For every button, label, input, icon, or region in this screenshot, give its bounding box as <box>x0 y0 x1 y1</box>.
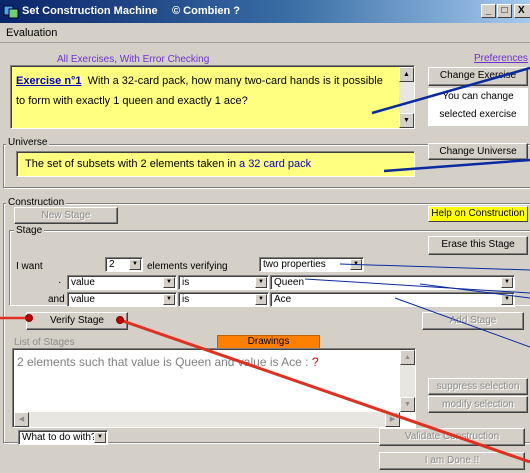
marker-dot-left <box>25 314 33 322</box>
scroll-down-icon[interactable]: ▼ <box>399 113 414 128</box>
menu-evaluation[interactable]: Evaluation <box>6 27 57 39</box>
window-title: Set Construction Machine <box>22 5 158 17</box>
row1-value-select[interactable]: Queen ▼ <box>270 275 515 290</box>
row1-attribute-value: value <box>71 277 95 288</box>
scroll-up-icon[interactable]: ▲ <box>400 350 415 365</box>
count-value: 2 <box>109 259 115 270</box>
row2-attribute-select[interactable]: value ▼ <box>67 292 177 307</box>
done-button[interactable]: I am Done !! <box>379 452 525 470</box>
add-stage-button[interactable]: Add Stage <box>422 312 524 330</box>
row2-operator-value: is <box>182 294 190 305</box>
menu-bar: Evaluation <box>0 23 530 43</box>
universe-text: The set of subsets with 2 elements taken… <box>25 158 311 170</box>
stage-list-item[interactable]: 2 elements such that value is Queen and … <box>17 355 319 369</box>
app-icon <box>3 5 19 19</box>
chevron-down-icon[interactable]: ▼ <box>163 294 175 305</box>
change-exercise-hint: You can change selected exercise <box>428 88 528 126</box>
universe-box: The set of subsets with 2 elements taken… <box>16 151 415 177</box>
chevron-down-icon[interactable]: ▼ <box>255 277 267 288</box>
scroll-right-icon[interactable]: ▶ <box>385 412 400 427</box>
erase-stage-button[interactable]: Erase this Stage <box>428 236 528 255</box>
modify-selection-button[interactable]: modify selection <box>428 396 528 413</box>
what-to-do-value: What to do with? <box>22 432 97 443</box>
validate-construction-button[interactable]: Validate Construction <box>379 428 525 446</box>
list-vertical-scrollbar[interactable]: ▲ ▼ <box>400 350 415 412</box>
row2-operator-select[interactable]: is ▼ <box>178 292 269 307</box>
row1-attribute-select[interactable]: value ▼ <box>67 275 177 290</box>
stages-list[interactable]: 2 elements such that value is Queen and … <box>12 348 416 428</box>
minimize-button[interactable]: _ <box>481 4 496 18</box>
what-to-do-select[interactable]: What to do with? ▼ <box>18 430 108 445</box>
exercise-number: Exercise n°1 <box>16 75 82 87</box>
title-bar: Set Construction Machine © Combien ? _ □… <box>0 0 530 23</box>
exercise-mode-link[interactable]: All Exercises, With Error Checking <box>57 54 209 65</box>
list-horizontal-scrollbar[interactable]: ◀ ▶ <box>14 412 400 427</box>
row2-prefix: and <box>48 294 65 305</box>
chevron-down-icon[interactable]: ▼ <box>163 277 175 288</box>
row1-prefix: · <box>58 277 62 288</box>
chevron-down-icon[interactable]: ▼ <box>129 259 141 270</box>
stage-list-item-text: 2 elements such that value is Queen and … <box>17 355 312 369</box>
properties-value: two properties <box>263 259 326 270</box>
universe-pack-link[interactable]: a 32 card pack <box>239 158 311 170</box>
scroll-left-icon[interactable]: ◀ <box>14 412 29 427</box>
verify-stage-button[interactable]: Verify Stage <box>26 312 128 330</box>
stage-list-item-flag: ? <box>311 355 319 369</box>
window-copyright: © Combien ? <box>172 5 240 17</box>
elements-verifying-label: elements verifying <box>147 261 228 272</box>
exercise-box: Exercise n°1 With a 32-card pack, how man… <box>10 65 415 129</box>
universe-text-prefix: The set of subsets with 2 elements taken… <box>25 158 240 170</box>
chevron-down-icon[interactable]: ▼ <box>350 259 362 270</box>
universe-label: Universe <box>6 137 50 148</box>
help-construction-button[interactable]: Help on Construction <box>428 206 528 222</box>
row1-value-value: Queen <box>274 277 305 288</box>
chevron-down-icon[interactable]: ▼ <box>255 294 267 305</box>
app-window: Set Construction Machine © Combien ? _ □… <box>0 0 530 473</box>
row2-value-value: Ace <box>274 294 292 305</box>
suppress-selection-button[interactable]: suppress selection <box>428 378 528 395</box>
row2-value-select[interactable]: Ace ▼ <box>270 292 515 307</box>
row1-operator-value: is <box>182 277 190 288</box>
chevron-down-icon[interactable]: ▼ <box>94 432 106 443</box>
preferences-link[interactable]: Preferences <box>474 53 528 64</box>
change-universe-button[interactable]: Change Universe <box>428 143 528 160</box>
new-stage-button[interactable]: New Stage <box>14 207 118 224</box>
properties-select[interactable]: two properties ▼ <box>259 257 364 272</box>
chevron-down-icon[interactable]: ▼ <box>501 277 513 288</box>
close-button[interactable]: X <box>514 4 530 18</box>
marker-dot-right <box>116 316 124 324</box>
exercise-text: Exercise n°1 With a 32-card pack, how man… <box>16 71 391 111</box>
exercise-scrollbar[interactable]: ▲ ▼ <box>399 67 414 128</box>
count-select[interactable]: 2 ▼ <box>105 257 143 272</box>
stage-label: Stage <box>14 225 45 236</box>
maximize-button[interactable]: □ <box>497 4 512 18</box>
drawings-button[interactable]: Drawings <box>217 335 320 349</box>
chevron-down-icon[interactable]: ▼ <box>501 294 513 305</box>
scroll-down-icon[interactable]: ▼ <box>400 397 415 412</box>
change-exercise-button[interactable]: Change Exercise <box>428 67 528 86</box>
i-want-label: I want <box>16 261 43 272</box>
row1-operator-select[interactable]: is ▼ <box>178 275 269 290</box>
row2-attribute-value: value <box>71 294 95 305</box>
list-of-stages-label: List of Stages <box>14 337 75 348</box>
scroll-up-icon[interactable]: ▲ <box>399 67 414 82</box>
